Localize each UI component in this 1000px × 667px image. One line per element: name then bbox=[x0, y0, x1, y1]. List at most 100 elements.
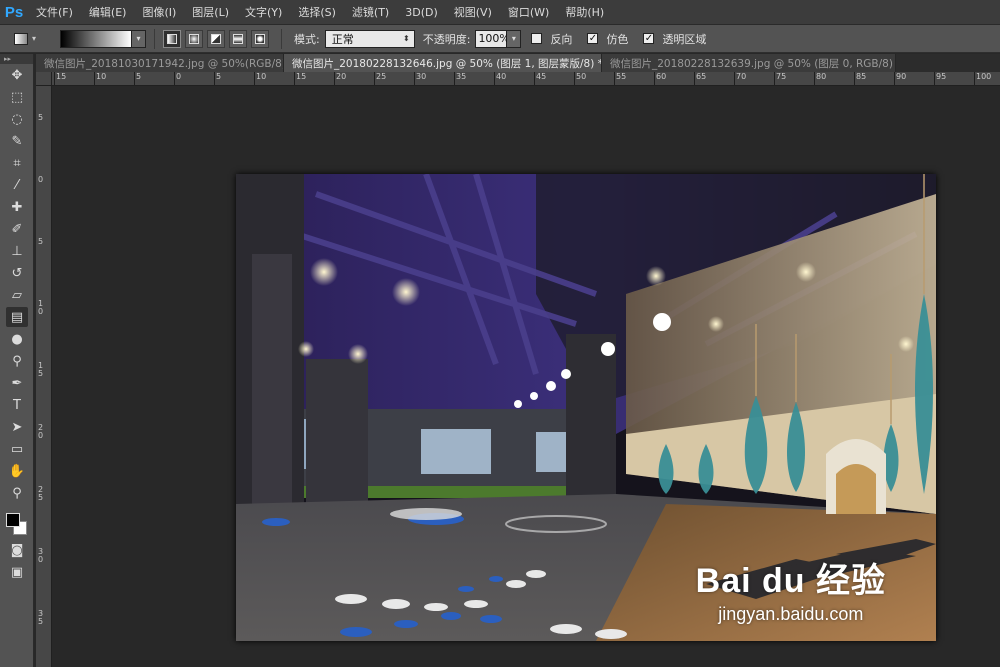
menu-image[interactable]: 图像(I) bbox=[134, 0, 184, 25]
foreground-color-swatch[interactable] bbox=[6, 513, 20, 527]
menu-3d[interactable]: 3D(D) bbox=[397, 0, 446, 25]
ruler-tick-label: 50 bbox=[576, 72, 587, 81]
vertical-ruler[interactable]: 5 0 5 1 0 1 5 2 0 2 5 3 0 3 5 bbox=[36, 86, 52, 667]
dither-label: 仿色 bbox=[606, 32, 629, 46]
ruler-tick-label: 85 bbox=[856, 72, 867, 81]
menu-filter[interactable]: 滤镜(T) bbox=[344, 0, 397, 25]
opacity-input[interactable]: 100% bbox=[475, 29, 510, 48]
document-canvas[interactable]: Bai du 经验 jingyan.baidu.com bbox=[236, 174, 936, 641]
gradient-tool-icon[interactable]: ▤ bbox=[6, 307, 28, 327]
tool-preset-picker[interactable]: ▾ bbox=[14, 29, 50, 49]
crop-tool-icon[interactable]: ⌗ bbox=[6, 153, 28, 173]
ruler-tick-label: 1 5 bbox=[38, 361, 44, 378]
menu-help[interactable]: 帮助(H) bbox=[557, 0, 612, 25]
ruler-tick bbox=[934, 72, 935, 85]
diamond-gradient-button[interactable] bbox=[251, 29, 269, 48]
mode-label: 模式: bbox=[294, 32, 320, 46]
marquee-tool-icon[interactable]: ⬚ bbox=[6, 87, 28, 107]
menu-type[interactable]: 文字(Y) bbox=[237, 0, 290, 25]
opacity-dropdown-button[interactable]: ▾ bbox=[507, 29, 522, 48]
ruler-tick-label: 5 bbox=[136, 72, 142, 81]
mode-value: 正常 bbox=[331, 32, 354, 46]
eraser-tool-icon[interactable]: ▱ bbox=[6, 285, 28, 305]
tab-label: 微信图片_20180228132639.jpg @ 50% (图层 0, RGB… bbox=[610, 57, 896, 70]
hand-tool-icon[interactable]: ✋ bbox=[6, 461, 28, 481]
document-tab-3[interactable]: 微信图片_20180228132639.jpg @ 50% (图层 0, RGB… bbox=[602, 54, 896, 72]
reverse-checkbox[interactable] bbox=[531, 33, 543, 44]
ruler-tick-label: 90 bbox=[896, 72, 907, 81]
ruler-tick-label: 65 bbox=[696, 72, 707, 81]
ruler-tick bbox=[334, 72, 335, 85]
ruler-tick bbox=[654, 72, 655, 85]
mode-select[interactable]: 正常 ⬍ bbox=[324, 29, 415, 48]
ruler-tick bbox=[734, 72, 735, 85]
document-tab-1[interactable]: 微信图片_20181030171942.jpg @ 50%(RGB/8) × bbox=[36, 54, 284, 72]
tools-panel: ▸▸ ✥ ⬚ ◌ ✎ ⌗ ⁄ ✚ ✐ ⊥ ↺ ▱ ▤ ● ⚲ ✒ T ➤ ▭ ✋… bbox=[0, 54, 34, 667]
ruler-tick-label: 10 bbox=[256, 72, 267, 81]
lasso-tool-icon[interactable]: ◌ bbox=[6, 109, 28, 129]
tab-label: 微信图片_20180228132646.jpg @ 50% (图层 1, 图层蒙… bbox=[292, 57, 602, 70]
quick-mask-icon[interactable]: ◙ bbox=[6, 540, 28, 560]
ruler-tick bbox=[614, 72, 615, 85]
canvas-workspace[interactable]: Bai du 经验 jingyan.baidu.com bbox=[52, 86, 1000, 667]
menu-file[interactable]: 文件(F) bbox=[28, 0, 81, 25]
history-brush-tool-icon[interactable]: ↺ bbox=[6, 263, 28, 283]
brush-tool-icon[interactable]: ✐ bbox=[6, 219, 28, 239]
ruler-tick bbox=[694, 72, 695, 85]
ruler-tick-label: 40 bbox=[496, 72, 507, 81]
ruler-tick-label: 0 bbox=[38, 175, 44, 184]
panel-collapse-handle[interactable]: ▸▸ bbox=[0, 54, 33, 64]
document-tabs: 微信图片_20181030171942.jpg @ 50%(RGB/8) × 微… bbox=[36, 54, 1000, 72]
tab-label: 微信图片_20181030171942.jpg @ 50%(RGB/8) bbox=[44, 57, 284, 70]
ruler-tick bbox=[374, 72, 375, 85]
ruler-origin[interactable] bbox=[36, 72, 52, 86]
zoom-tool-icon[interactable]: ⚲ bbox=[6, 483, 28, 503]
reverse-label: 反向 bbox=[550, 32, 573, 46]
chevron-updown-icon: ⬍ bbox=[403, 34, 410, 43]
baidu-jingyan-logo: Bai du 经验 bbox=[695, 562, 886, 600]
angle-gradient-button[interactable] bbox=[207, 29, 225, 48]
menu-edit[interactable]: 编辑(E) bbox=[81, 0, 135, 25]
menu-view[interactable]: 视图(V) bbox=[446, 0, 500, 25]
pen-tool-icon[interactable]: ✒ bbox=[6, 373, 28, 393]
ruler-tick-label: 55 bbox=[616, 72, 627, 81]
clone-stamp-tool-icon[interactable]: ⊥ bbox=[6, 241, 28, 261]
ruler-tick bbox=[854, 72, 855, 85]
gradient-preview[interactable] bbox=[60, 29, 132, 48]
ruler-tick-label: 25 bbox=[376, 72, 387, 81]
menu-window[interactable]: 窗口(W) bbox=[500, 0, 557, 25]
blur-tool-icon[interactable]: ● bbox=[6, 329, 28, 349]
menu-layer[interactable]: 图层(L) bbox=[184, 0, 237, 25]
ruler-tick bbox=[414, 72, 415, 85]
screen-mode-icon[interactable]: ▣ bbox=[6, 562, 28, 582]
eyedropper-tool-icon[interactable]: ⁄ bbox=[6, 175, 28, 195]
transparency-checkbox[interactable]: ✓ bbox=[643, 33, 655, 44]
dodge-tool-icon[interactable]: ⚲ bbox=[6, 351, 28, 371]
ruler-tick-label: 60 bbox=[656, 72, 667, 81]
gradient-tool-icon bbox=[14, 32, 28, 45]
healing-brush-tool-icon[interactable]: ✚ bbox=[6, 197, 28, 217]
document-tab-2[interactable]: 微信图片_20180228132646.jpg @ 50% (图层 1, 图层蒙… bbox=[284, 54, 602, 72]
ruler-tick-label: 95 bbox=[936, 72, 947, 81]
ruler-tick bbox=[534, 72, 535, 85]
ruler-tick-label: 10 bbox=[96, 72, 107, 81]
ruler-tick-label: 3 0 bbox=[38, 547, 44, 564]
rectangle-tool-icon[interactable]: ▭ bbox=[6, 439, 28, 459]
ruler-tick-label: 3 5 bbox=[38, 609, 44, 626]
dither-checkbox[interactable]: ✓ bbox=[587, 33, 599, 44]
type-tool-icon[interactable]: T bbox=[6, 395, 28, 415]
move-tool-icon[interactable]: ✥ bbox=[6, 65, 28, 85]
ruler-tick-label: 70 bbox=[736, 72, 747, 81]
menu-select[interactable]: 选择(S) bbox=[290, 0, 344, 25]
ruler-tick bbox=[174, 72, 175, 85]
quick-select-tool-icon[interactable]: ✎ bbox=[6, 131, 28, 151]
horizontal-ruler[interactable]: 15 10 5 0 5 10 15 20 25 30 35 40 45 50 55 60 65 70 75 80 85 9… bbox=[52, 72, 1000, 86]
ruler-tick bbox=[894, 72, 895, 85]
linear-gradient-button[interactable] bbox=[163, 29, 181, 48]
ruler-tick-label: 2 5 bbox=[38, 485, 44, 502]
gradient-dropdown-button[interactable]: ▾ bbox=[132, 29, 146, 48]
radial-gradient-button[interactable] bbox=[185, 29, 203, 48]
reflected-gradient-button[interactable] bbox=[229, 29, 247, 48]
path-select-tool-icon[interactable]: ➤ bbox=[6, 417, 28, 437]
baidu-watermark: Bai du 经验 jingyan.baidu.com bbox=[696, 553, 886, 625]
